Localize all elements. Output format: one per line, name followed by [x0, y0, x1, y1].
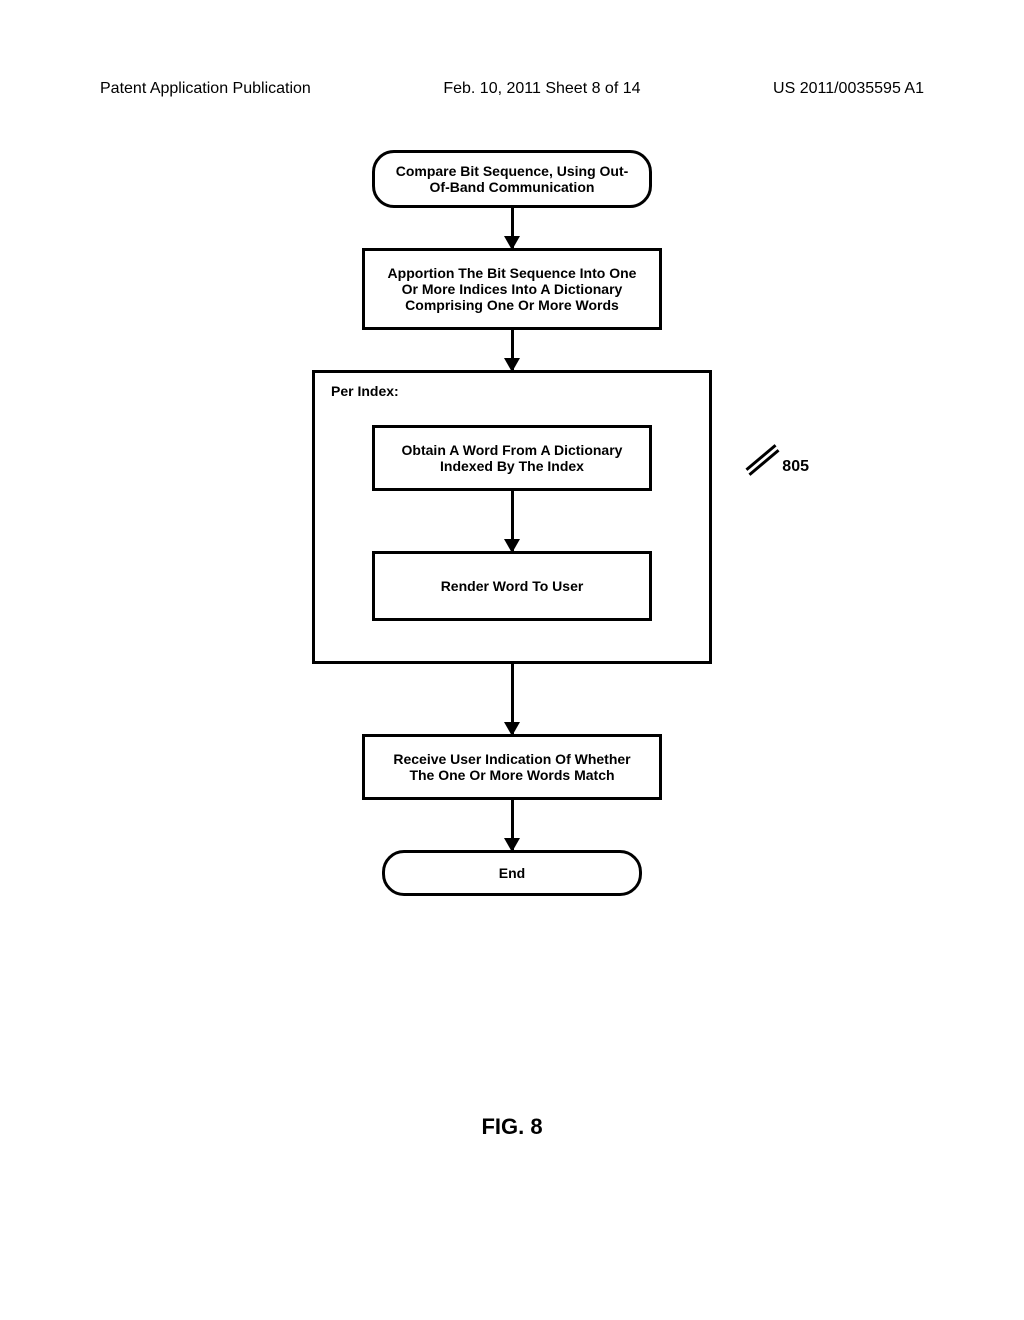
end-terminator: End [382, 850, 642, 896]
loop-per-index: Per Index: 805 Obtain A Word From A Dict… [312, 370, 712, 664]
step-apportion: Apportion The Bit Sequence Into One Or M… [362, 248, 662, 330]
header-patent-number: US 2011/0035595 A1 [773, 80, 924, 98]
arrow [511, 491, 514, 551]
ref-805: 805 [782, 458, 809, 476]
step-render-word: Render Word To User [372, 551, 652, 621]
arrow [511, 800, 514, 850]
loop-label: Per Index: [331, 383, 693, 399]
page-header: Patent Application Publication Feb. 10, … [0, 80, 1024, 98]
arrow [511, 664, 514, 734]
arrow [511, 208, 514, 248]
step-receive-indication: Receive User Indication Of Whether The O… [362, 734, 662, 800]
step-obtain-word: Obtain A Word From A Dictionary Indexed … [372, 425, 652, 491]
header-publication: Patent Application Publication [100, 80, 311, 98]
arrow [511, 330, 514, 370]
start-terminator: Compare Bit Sequence, Using Out-Of-Band … [372, 150, 652, 208]
flowchart: Compare Bit Sequence, Using Out-Of-Band … [0, 150, 1024, 896]
figure-label: FIG. 8 [0, 1114, 1024, 1140]
header-date-sheet: Feb. 10, 2011 Sheet 8 of 14 [443, 80, 640, 98]
